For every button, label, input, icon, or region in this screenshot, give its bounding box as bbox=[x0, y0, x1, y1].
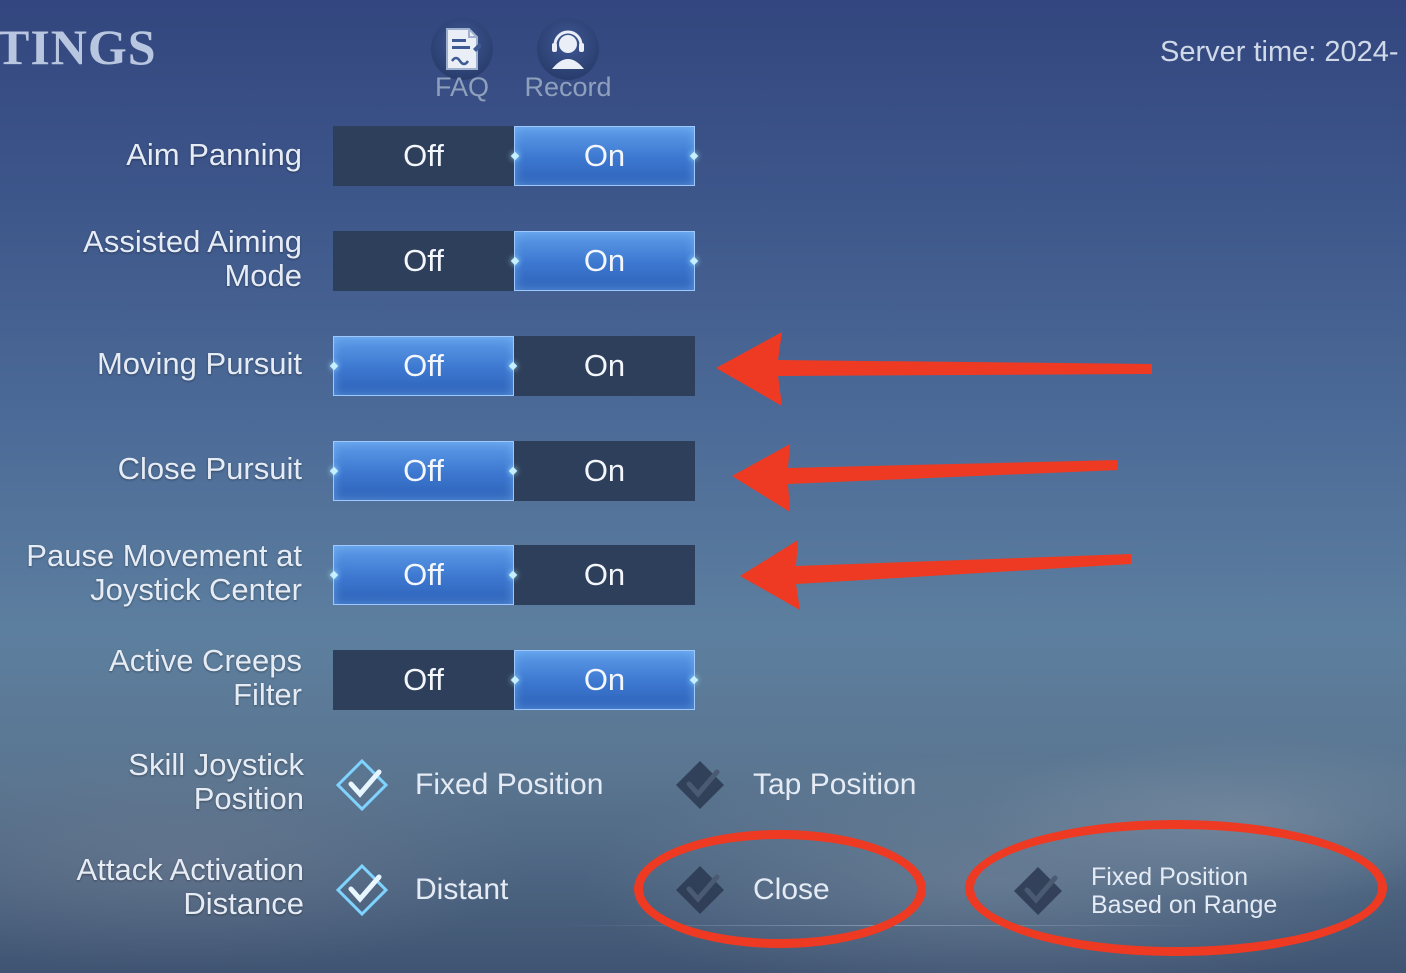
pause-movement-on[interactable]: On bbox=[514, 545, 695, 605]
assisted-aiming-toggle[interactable]: Off On bbox=[333, 231, 695, 291]
unchecked-diamond-icon bbox=[676, 761, 724, 809]
skill-joystick-fixed-label: Fixed Position bbox=[415, 768, 604, 801]
moving-pursuit-toggle[interactable]: Off On bbox=[333, 336, 695, 396]
assisted-aiming-label: Assisted Aiming Mode bbox=[83, 224, 302, 293]
faq-icon bbox=[431, 18, 493, 80]
server-time: Server time: 2024- bbox=[1160, 36, 1399, 68]
checked-diamond-icon bbox=[335, 863, 389, 917]
skill-joystick-tap-label: Tap Position bbox=[753, 768, 917, 801]
aim-panning-off[interactable]: Off bbox=[333, 126, 514, 186]
headset-icon bbox=[537, 18, 599, 80]
annotation-arrow bbox=[740, 540, 1131, 610]
page-title: TINGS bbox=[0, 19, 157, 75]
pause-movement-off[interactable]: Off bbox=[333, 545, 514, 605]
active-creeps-on[interactable]: On bbox=[514, 650, 695, 710]
pause-movement-toggle[interactable]: Off On bbox=[333, 545, 695, 605]
attack-distant-label: Distant bbox=[415, 873, 509, 906]
faq-button[interactable]: FAQ bbox=[412, 18, 512, 103]
active-creeps-off[interactable]: Off bbox=[333, 650, 514, 710]
assisted-aiming-off[interactable]: Off bbox=[333, 231, 514, 291]
aim-panning-on[interactable]: On bbox=[514, 126, 695, 186]
moving-pursuit-on[interactable]: On bbox=[514, 336, 695, 396]
skill-joystick-fixed-option[interactable]: Fixed Position bbox=[335, 758, 603, 812]
faq-label: FAQ bbox=[434, 72, 489, 102]
moving-pursuit-off[interactable]: Off bbox=[333, 336, 514, 396]
attack-activation-label: Attack Activation Distance bbox=[76, 852, 304, 921]
close-pursuit-on[interactable]: On bbox=[514, 441, 695, 501]
close-pursuit-toggle[interactable]: Off On bbox=[333, 441, 695, 501]
annotation-arrow bbox=[732, 444, 1118, 512]
close-pursuit-off[interactable]: Off bbox=[333, 441, 514, 501]
annotation-circle bbox=[965, 820, 1387, 956]
active-creeps-toggle[interactable]: Off On bbox=[333, 650, 695, 710]
aim-panning-toggle[interactable]: Off On bbox=[333, 126, 695, 186]
moving-pursuit-label: Moving Pursuit bbox=[96, 346, 302, 381]
aim-panning-label: Aim Panning bbox=[126, 137, 302, 172]
skill-joystick-label: Skill Joystick Position bbox=[128, 747, 304, 816]
annotation-arrow bbox=[716, 332, 1152, 406]
close-pursuit-label: Close Pursuit bbox=[117, 451, 302, 486]
checked-diamond-icon bbox=[335, 758, 389, 812]
annotation-circle bbox=[634, 830, 926, 948]
pause-movement-label: Pause Movement at Joystick Center bbox=[26, 538, 302, 607]
active-creeps-label: Active Creeps Filter bbox=[109, 643, 302, 712]
assisted-aiming-on[interactable]: On bbox=[514, 231, 695, 291]
skill-joystick-tap-option[interactable]: Tap Position bbox=[673, 758, 916, 812]
attack-distant-option[interactable]: Distant bbox=[335, 863, 508, 917]
record-button[interactable]: Record bbox=[518, 18, 618, 103]
record-label: Record bbox=[524, 72, 612, 102]
